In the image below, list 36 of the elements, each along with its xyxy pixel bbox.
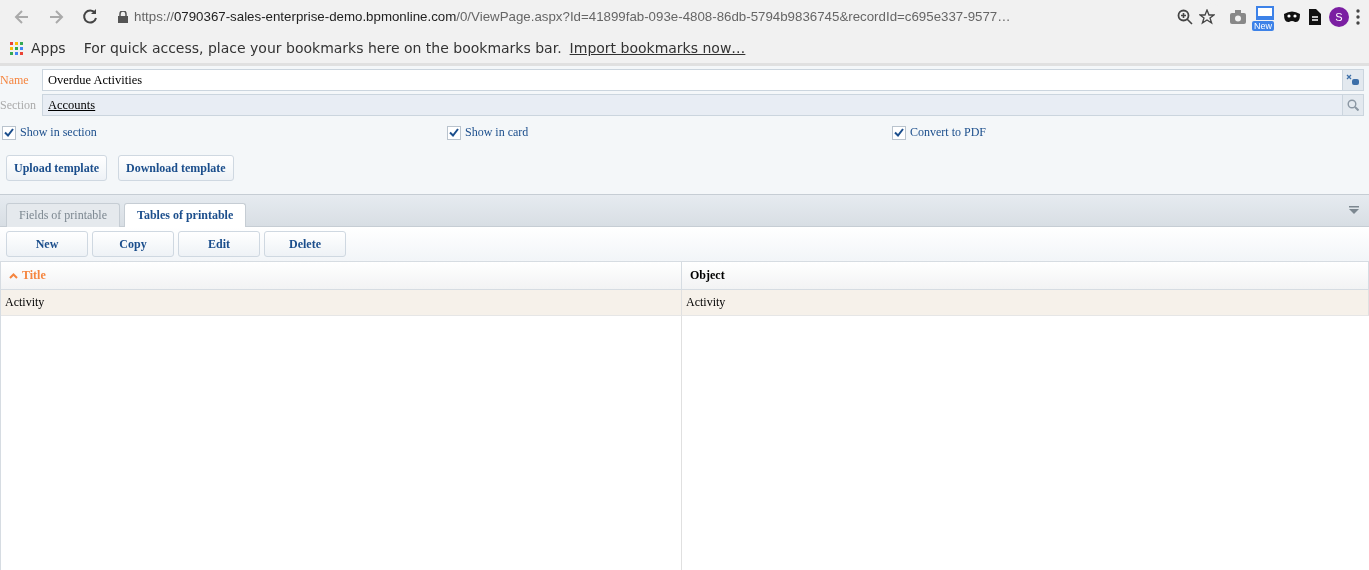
translate-icon[interactable]	[1342, 70, 1363, 90]
toolbar-button[interactable]: Edit	[178, 231, 260, 257]
profile-avatar[interactable]: S	[1329, 6, 1349, 27]
lock-icon	[118, 10, 128, 23]
field-label: Name	[0, 72, 30, 88]
checkbox-label: Convert to PDF	[910, 125, 986, 140]
menu-icon[interactable]	[1355, 8, 1361, 25]
apps-icon[interactable]	[10, 41, 23, 55]
toolbar-button[interactable]: Delete	[264, 231, 346, 257]
column-header[interactable]: Object	[682, 262, 1369, 290]
checkbox-label: Show in card	[465, 125, 529, 140]
url-text: https://0790367-sales-enterprise-demo.bpmonline.com/0/ViewPage.aspx?Id=41899fab-093e-4808-86db-5794b9836745&recordId=c695e337-9577…	[134, 9, 1012, 24]
checkbox-label: Show in section	[20, 125, 97, 140]
document-icon[interactable]	[1307, 7, 1323, 26]
template-button[interactable]: Upload template	[6, 155, 107, 181]
field-label: Section	[0, 97, 37, 113]
collapse-icon[interactable]	[1349, 206, 1359, 214]
zoom-icon[interactable]	[1177, 8, 1193, 25]
checkbox[interactable]	[2, 125, 16, 140]
toolbar-button[interactable]: New	[6, 231, 88, 257]
apps-label[interactable]: Apps	[31, 40, 66, 56]
import-bookmarks-link[interactable]: Import bookmarks now…	[569, 40, 746, 56]
sort-ascending-icon	[9, 272, 18, 279]
star-icon[interactable]	[1199, 8, 1215, 25]
bookmarks-hint: For quick access, place your bookmarks here on the bookmarks bar.	[83, 40, 562, 56]
mask-icon[interactable]	[1283, 9, 1301, 24]
checkbox[interactable]	[447, 125, 461, 140]
tab[interactable]: Tables of printable	[124, 203, 247, 227]
camera-icon[interactable]	[1229, 8, 1247, 25]
toolbar-button[interactable]: Copy	[92, 231, 174, 257]
lookup-field[interactable]: Accounts	[42, 94, 1364, 116]
checkbox[interactable]	[892, 125, 906, 140]
text-field[interactable]: Overdue Activities	[42, 69, 1364, 91]
table-cell: Activity	[1, 290, 682, 316]
table-cell: Activity	[682, 290, 1369, 316]
template-button[interactable]: Download template	[118, 155, 234, 181]
